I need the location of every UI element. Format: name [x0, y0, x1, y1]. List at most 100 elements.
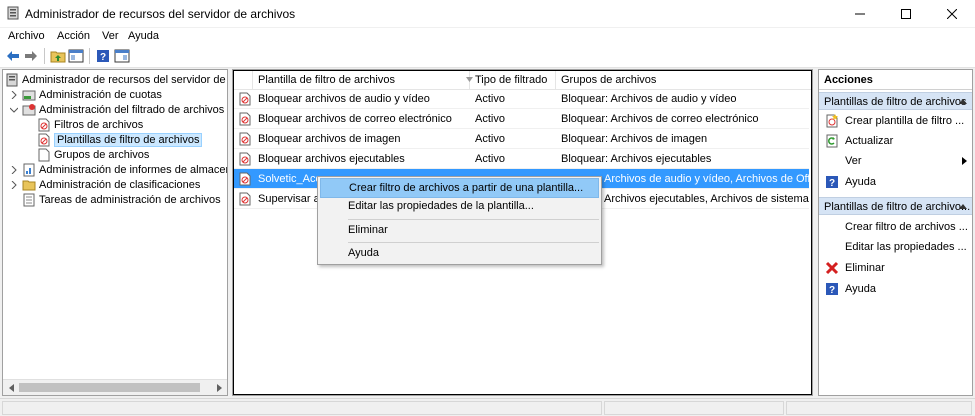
collapse-arrow-icon[interactable]	[959, 204, 967, 209]
up-folder-button[interactable]	[49, 47, 67, 65]
chevron-right-icon[interactable]	[9, 90, 19, 100]
help-icon: ?	[825, 175, 839, 189]
close-button[interactable]	[929, 0, 975, 28]
actions-pane: Acciones Plantillas de filtro de archivo…	[818, 69, 973, 396]
actions-group-selected-template[interactable]: Plantillas de filtro de archivo...	[819, 197, 972, 215]
actions-title: Acciones	[819, 70, 972, 90]
menu-ayuda[interactable]: Ayuda	[128, 30, 159, 42]
menu-archivo[interactable]: Archivo	[8, 30, 45, 42]
template-icon	[238, 132, 252, 146]
column-header-grupos[interactable]: Grupos de archivos	[556, 70, 812, 90]
action-ver[interactable]: Ver	[819, 151, 972, 171]
svg-text:?: ?	[100, 52, 106, 63]
tree-item-clasificaciones[interactable]: Administración de clasificaciones	[9, 177, 200, 192]
tree-item-tareas[interactable]: Tareas de administración de archivos	[22, 192, 221, 207]
table-row[interactable]: Bloquear archivos de imagen Activo Bloqu…	[234, 129, 809, 149]
scroll-left-icon[interactable]	[6, 383, 16, 393]
template-icon	[37, 133, 51, 147]
tree-root[interactable]: Administrador de recursos del servidor d…	[5, 72, 228, 87]
minimize-button[interactable]	[837, 0, 883, 28]
template-icon	[238, 92, 252, 106]
column-header-tipo[interactable]: Tipo de filtrado	[470, 70, 556, 90]
collapse-arrow-icon[interactable]	[959, 99, 967, 104]
chevron-down-icon[interactable]	[9, 105, 19, 115]
tree-root-label: Administrador de recursos del servidor d…	[22, 73, 228, 86]
show-hide-tree-button[interactable]	[67, 47, 85, 65]
file-screen-icon	[22, 103, 36, 117]
task-icon	[22, 193, 36, 207]
file-group-icon	[37, 148, 51, 162]
new-template-icon	[825, 114, 839, 128]
template-icon	[238, 152, 252, 166]
template-icon	[238, 192, 252, 206]
list-header: Plantilla de filtro de archivos Tipo de …	[233, 70, 812, 90]
quota-icon	[22, 88, 36, 102]
ctx-ayuda[interactable]: Ayuda	[320, 243, 599, 263]
minimize-icon	[855, 13, 865, 15]
tree-item-grupos[interactable]: Grupos de archivos	[37, 147, 149, 162]
action-eliminar[interactable]: Eliminar	[819, 258, 972, 278]
template-icon	[238, 112, 252, 126]
refresh-icon	[825, 134, 839, 148]
column-header-icon	[233, 70, 253, 90]
action-editar-propiedades[interactable]: Editar las propiedades ...	[819, 237, 972, 257]
file-filter-icon	[37, 118, 51, 132]
forward-button[interactable]	[22, 47, 40, 65]
console-tree[interactable]: Administrador de recursos del servidor d…	[2, 69, 228, 396]
tree-item-filtrado[interactable]: Administración del filtrado de archivos	[9, 102, 224, 117]
back-button[interactable]	[4, 47, 22, 65]
back-arrow-icon	[7, 51, 19, 61]
classification-icon	[22, 178, 36, 192]
status-cell	[786, 401, 972, 415]
maximize-icon	[901, 9, 911, 19]
help-icon: ?	[97, 50, 109, 63]
properties-button[interactable]	[113, 47, 131, 65]
toolbar: ?	[0, 44, 975, 68]
context-menu: Crear filtro de archivos a partir de una…	[317, 176, 602, 265]
tree-item-informes[interactable]: Administración de informes de almacenam	[9, 162, 227, 177]
file-server-app-icon	[6, 6, 20, 20]
chevron-right-icon[interactable]	[9, 165, 19, 175]
maximize-button[interactable]	[883, 0, 929, 28]
column-header-plantilla[interactable]: Plantilla de filtro de archivos	[253, 70, 470, 90]
template-icon	[238, 172, 252, 186]
tree-item-plantillas[interactable]: Plantillas de filtro de archivos	[37, 132, 203, 147]
ctx-crear-filtro[interactable]: Crear filtro de archivos a partir de una…	[320, 178, 599, 198]
report-icon	[22, 163, 36, 177]
status-cell	[2, 401, 602, 415]
action-ayuda-1[interactable]: ? Ayuda	[819, 172, 972, 192]
help-button[interactable]: ?	[94, 47, 112, 65]
scroll-right-icon[interactable]	[214, 383, 224, 393]
table-row[interactable]: Bloquear archivos de correo electrónico …	[234, 109, 809, 129]
menu-accion[interactable]: Acción	[57, 30, 90, 42]
close-icon	[947, 9, 957, 19]
action-crear-plantilla[interactable]: Crear plantilla de filtro ...	[819, 111, 972, 131]
menu-ver[interactable]: Ver	[102, 30, 119, 42]
help-icon: ?	[825, 282, 839, 296]
tree-item-cuotas[interactable]: Administración de cuotas	[9, 87, 162, 102]
server-icon	[5, 73, 19, 87]
ctx-eliminar[interactable]: Eliminar	[320, 220, 599, 240]
sort-arrow-icon	[466, 77, 473, 82]
table-row[interactable]: Bloquear archivos ejecutables Activo Blo…	[234, 149, 809, 169]
action-crear-filtro[interactable]: Crear filtro de archivos ...	[819, 217, 972, 237]
delete-x-icon	[825, 261, 839, 275]
action-actualizar[interactable]: Actualizar	[819, 131, 972, 151]
status-cell	[604, 401, 784, 415]
forward-arrow-icon	[25, 51, 37, 61]
properties-icon	[114, 49, 130, 63]
title-bar: Administrador de recursos del servidor d…	[0, 0, 975, 28]
scrollbar-thumb[interactable]	[19, 383, 200, 392]
tree-item-filtros[interactable]: Filtros de archivos	[37, 117, 143, 132]
actions-group-templates[interactable]: Plantillas de filtro de archivos	[819, 92, 972, 110]
chevron-right-icon[interactable]	[9, 180, 19, 190]
action-ayuda-2[interactable]: ? Ayuda	[819, 279, 972, 299]
show-hide-tree-icon	[68, 49, 84, 63]
ctx-editar-propiedades[interactable]: Editar las propiedades de la plantilla..…	[320, 196, 599, 216]
submenu-arrow-icon	[962, 157, 967, 165]
tree-horizontal-scrollbar[interactable]	[3, 379, 227, 395]
window-title: Administrador de recursos del servidor d…	[25, 7, 296, 21]
svg-text:?: ?	[829, 285, 835, 296]
svg-text:?: ?	[829, 178, 835, 189]
table-row[interactable]: Bloquear archivos de audio y vídeo Activ…	[234, 89, 809, 109]
